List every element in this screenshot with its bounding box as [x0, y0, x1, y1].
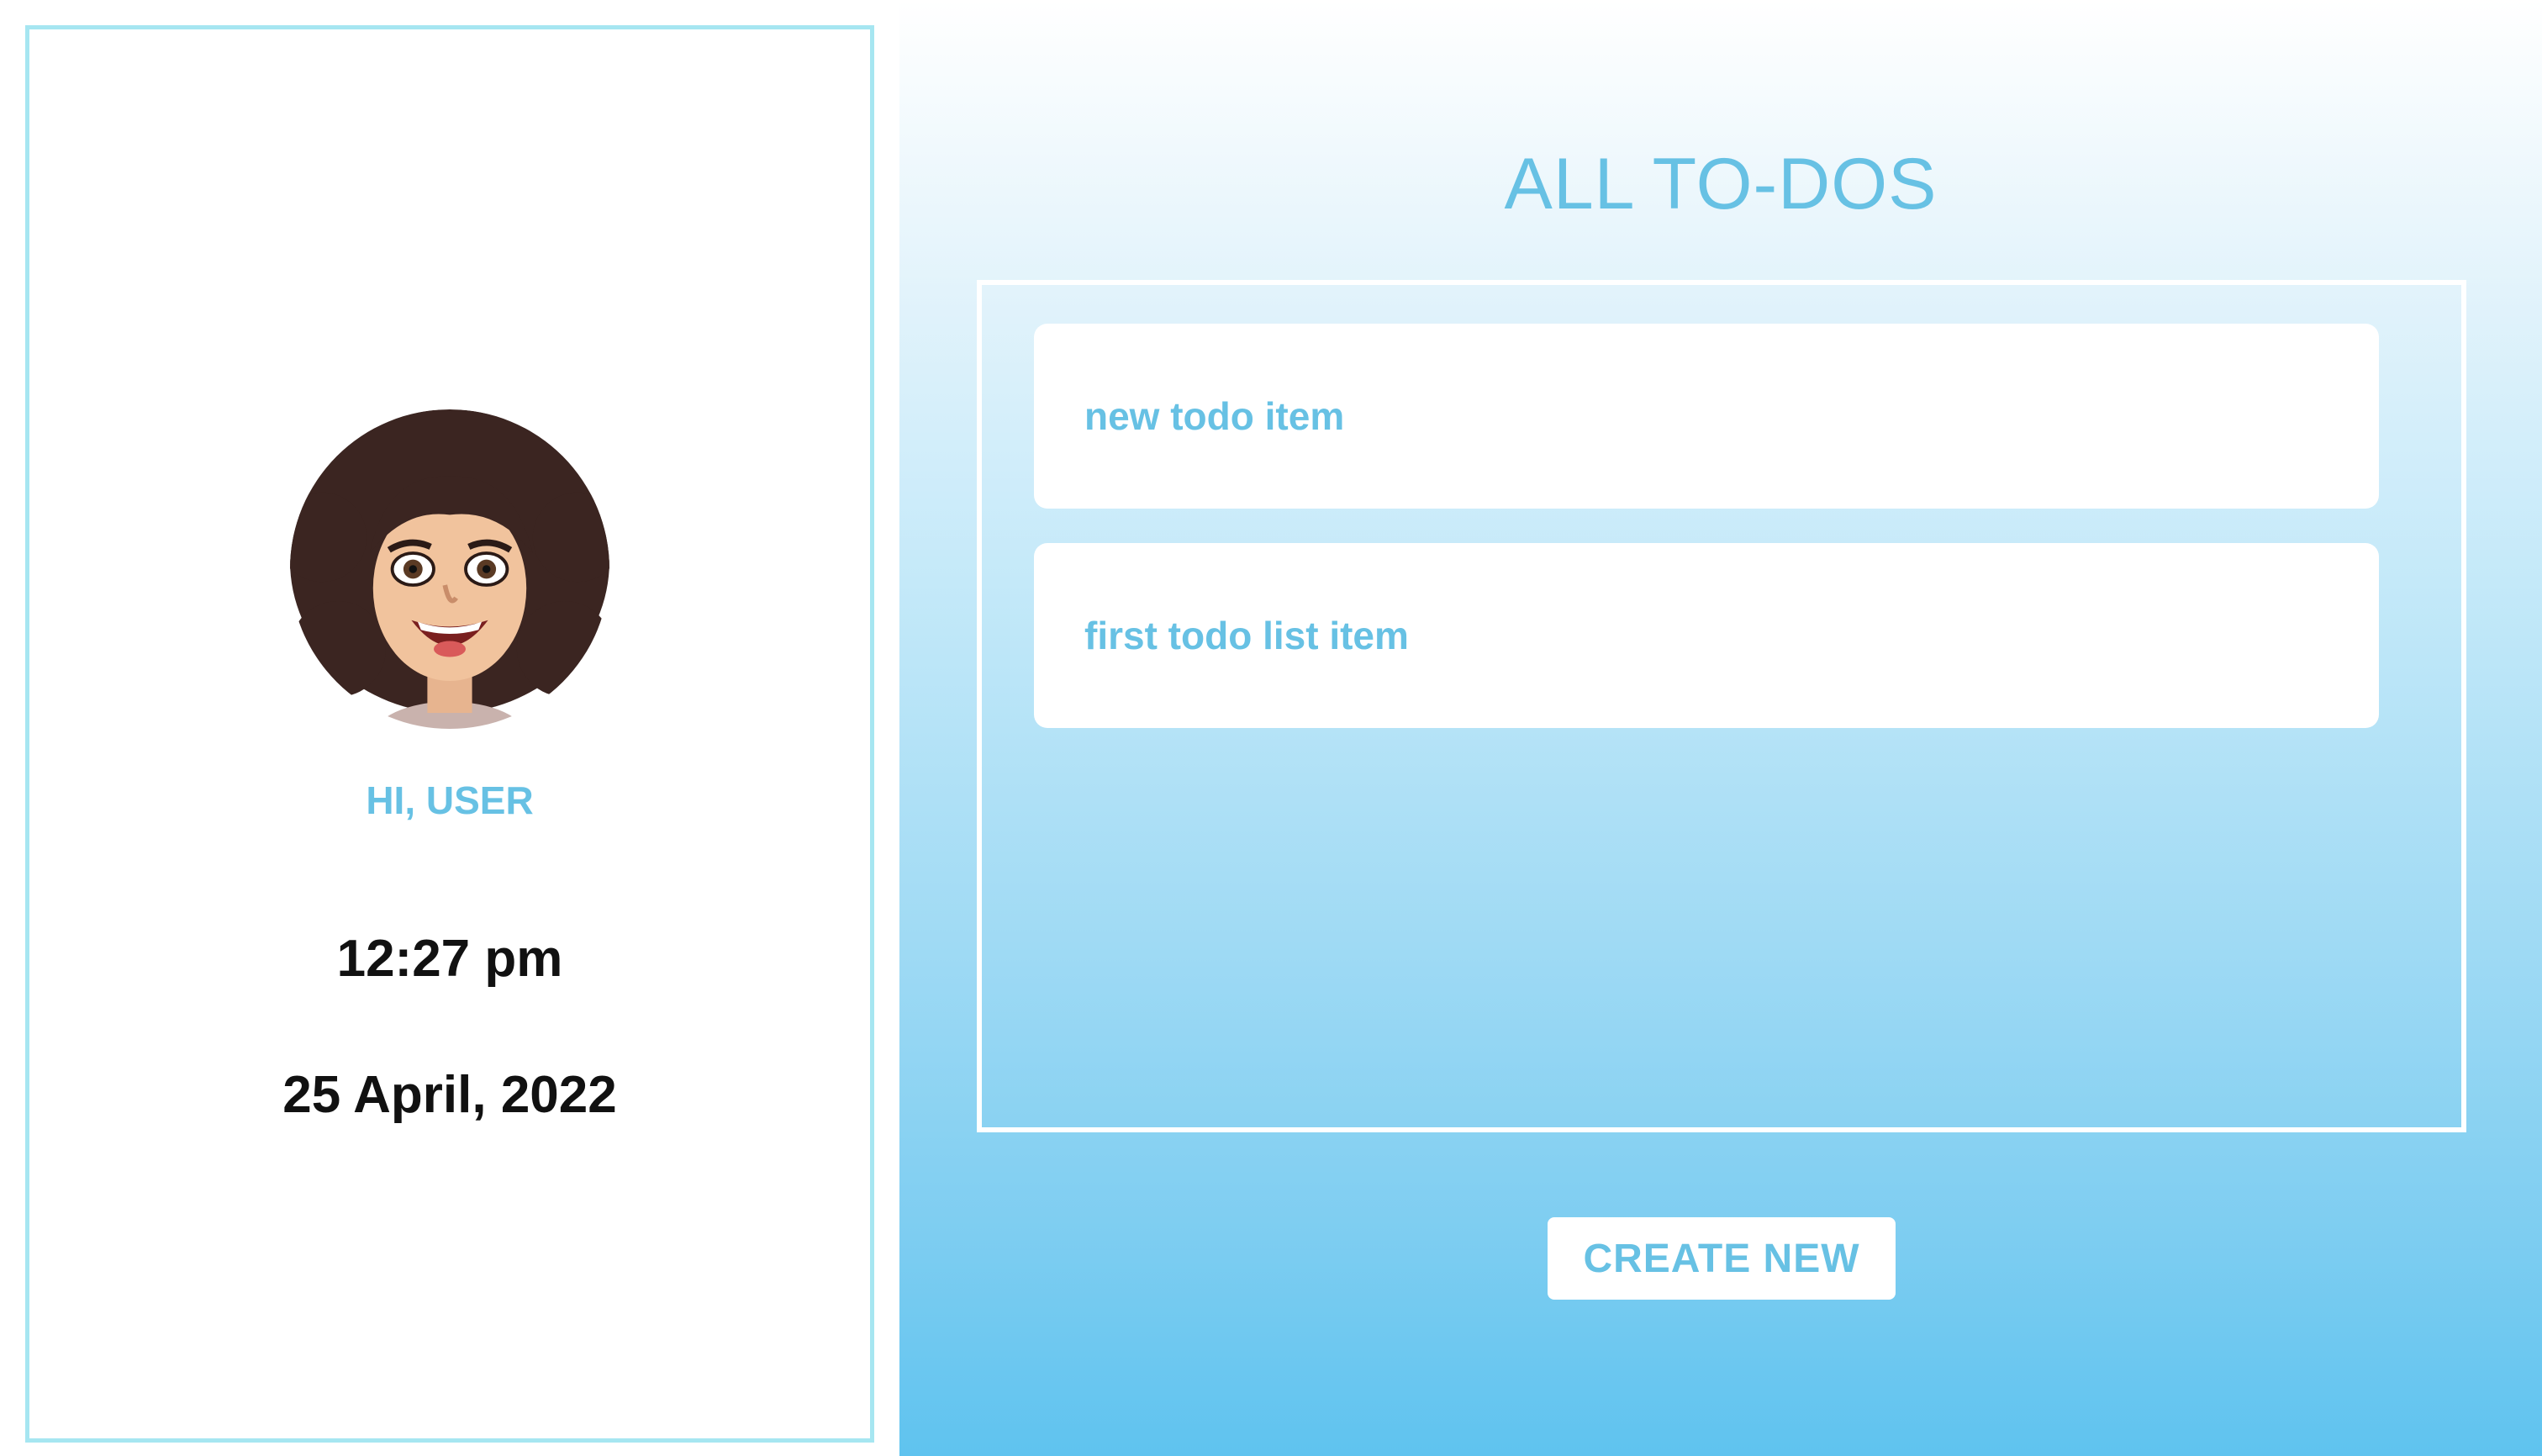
- user-avatar-icon: [290, 409, 609, 729]
- todo-item[interactable]: new todo item: [1034, 324, 2379, 509]
- current-time: 12:27 pm: [336, 930, 563, 988]
- user-greeting: HI, USER: [366, 778, 534, 822]
- todo-list: new todo item first todo list item: [977, 280, 2466, 1132]
- create-new-button[interactable]: CREATE NEW: [1548, 1217, 1896, 1300]
- todos-main-area: ALL TO-DOS new todo item first todo list…: [899, 0, 2542, 1456]
- current-date: 25 April, 2022: [282, 1066, 617, 1124]
- profile-panel: HI, USER 12:27 pm 25 April, 2022: [25, 25, 874, 1443]
- page-title: ALL TO-DOS: [1504, 144, 1938, 224]
- todo-app: HI, USER 12:27 pm 25 April, 2022 ALL TO-…: [0, 0, 2542, 1456]
- todo-item[interactable]: first todo list item: [1034, 543, 2379, 728]
